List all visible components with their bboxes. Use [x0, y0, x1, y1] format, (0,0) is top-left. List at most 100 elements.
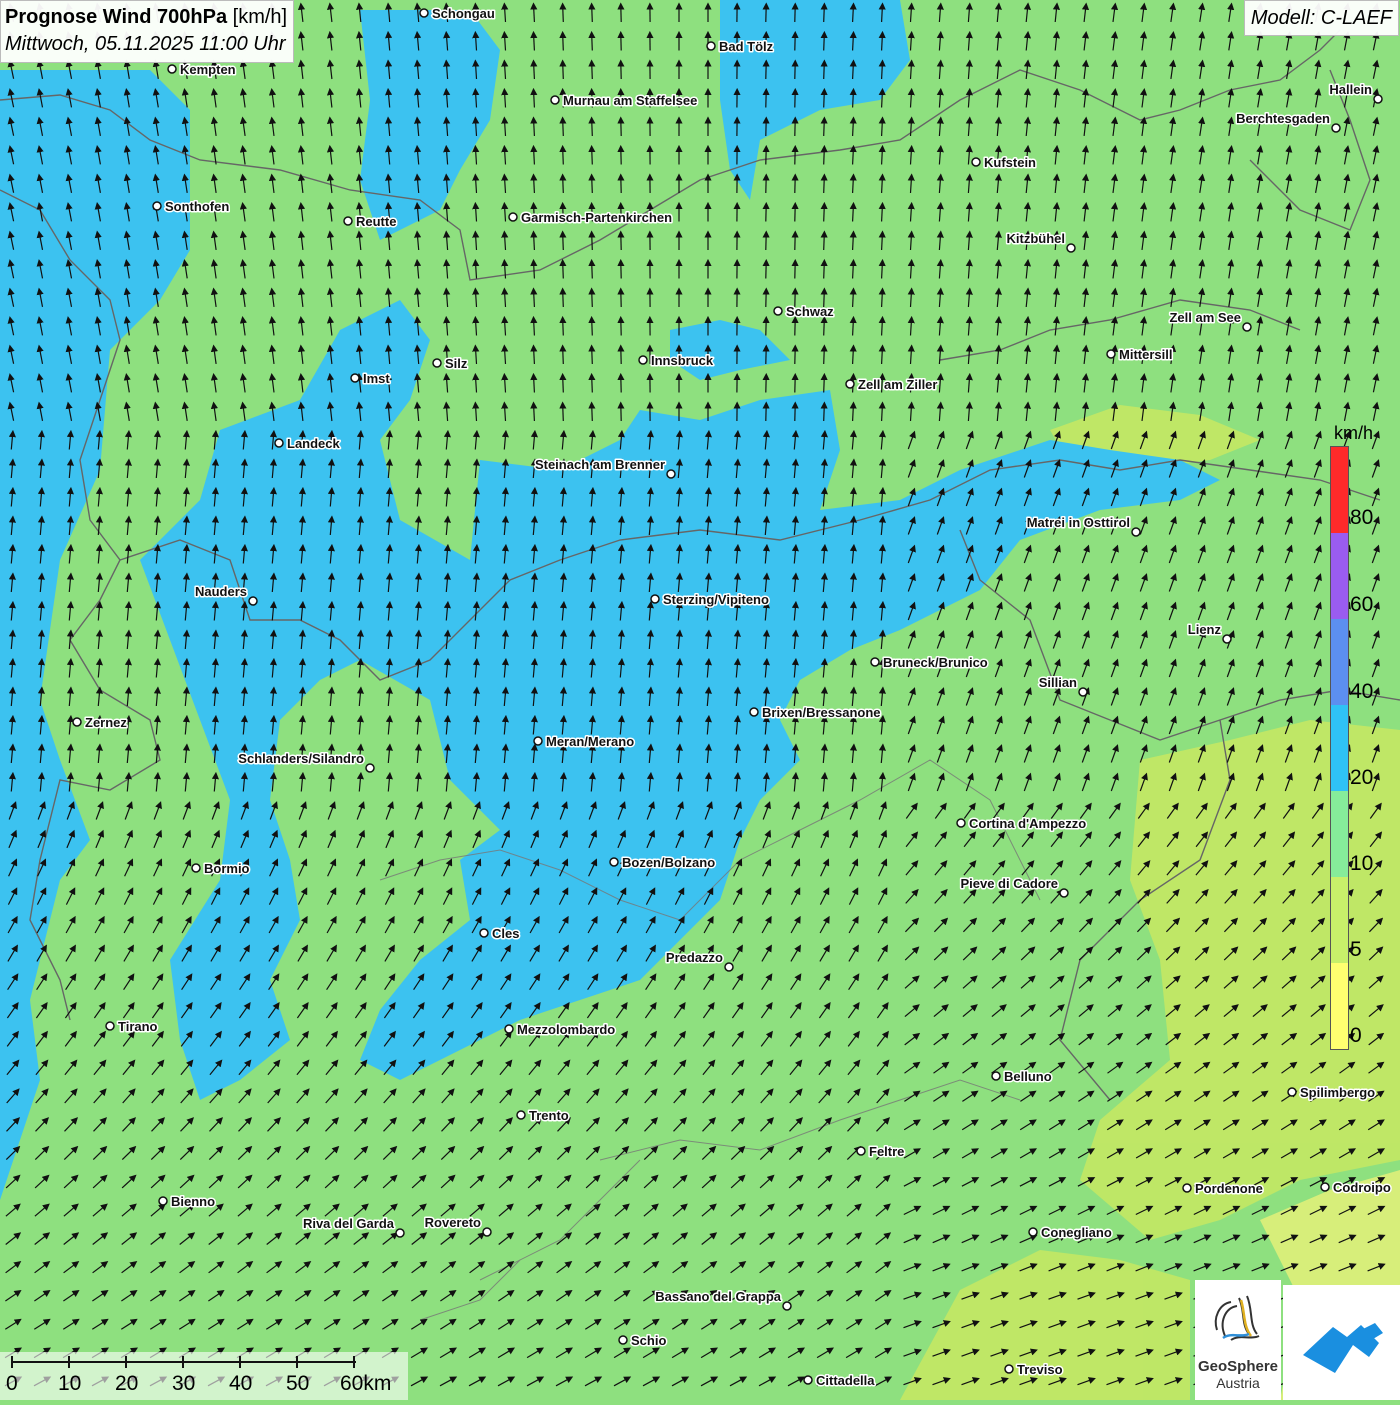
wind-arrow — [534, 348, 535, 364]
wind-arrow — [563, 405, 564, 421]
wind-arrow — [853, 177, 854, 193]
city-marker — [153, 202, 161, 210]
city-label: Nauders — [195, 584, 247, 599]
city-label: Lienz — [1188, 622, 1222, 637]
wind-arrow — [882, 234, 883, 250]
city-label: Zernez — [85, 715, 127, 730]
city-label: Bormio — [204, 861, 250, 876]
city-marker — [610, 858, 618, 866]
city-label: Bassano del Grappa — [655, 1289, 781, 1304]
city-marker — [619, 1336, 627, 1344]
wind-arrow — [824, 63, 825, 79]
logo-text-geosphere: GeoSphere — [1195, 1358, 1281, 1375]
city-marker — [972, 158, 980, 166]
wind-arrow — [824, 377, 825, 393]
wind-arrow — [563, 63, 564, 79]
wind-arrow — [534, 120, 535, 136]
city-marker — [707, 42, 715, 50]
city-marker — [106, 1022, 114, 1030]
geosphere-logo: GeoSphere Austria — [1195, 1280, 1281, 1400]
legend-tick-label: 20 — [1350, 766, 1373, 790]
city-label: Predazzo — [666, 950, 723, 965]
wind-arrow — [563, 177, 564, 193]
city-marker — [351, 374, 359, 382]
wind-arrow — [534, 177, 535, 193]
city-label: Conegliano — [1041, 1225, 1112, 1240]
city-label: Bad Tölz — [719, 39, 774, 54]
city-label: Berchtesgaden — [1236, 111, 1330, 126]
city-label: Bienno — [171, 1194, 215, 1209]
city-marker — [551, 96, 559, 104]
city-marker — [857, 1147, 865, 1155]
city-label: Garmisch-Partenkirchen — [521, 210, 672, 225]
city-marker — [517, 1111, 525, 1119]
map-title: Prognose Wind 700hPa — [5, 6, 227, 28]
city-label: Pordenone — [1195, 1181, 1263, 1196]
mountain-logo-icon — [1283, 1285, 1400, 1400]
city-label: Sterzing/Vipiteno — [663, 592, 769, 607]
wind-arrow — [592, 348, 593, 364]
city-label: Silz — [445, 356, 468, 371]
wind-arrow — [882, 405, 883, 421]
wind-arrow — [592, 263, 593, 279]
city-marker — [159, 1197, 167, 1205]
wind-arrow — [853, 405, 854, 421]
city-marker — [1374, 95, 1382, 103]
wind-arrow — [534, 263, 535, 279]
wind-arrow — [534, 149, 535, 165]
scale-label: 0 — [6, 1372, 18, 1396]
wind-arrow — [824, 92, 825, 108]
scale-label: 40 — [229, 1372, 252, 1396]
city-marker — [1060, 889, 1068, 897]
wind-arrow — [534, 6, 535, 22]
wind-arrow — [534, 92, 535, 108]
wind-arrow — [592, 377, 593, 393]
city-label: Kempten — [180, 62, 236, 77]
city-marker — [1132, 528, 1140, 536]
city-label: Mezzolombardo — [517, 1022, 615, 1037]
city-marker — [480, 929, 488, 937]
legend-unit: km/h — [1334, 423, 1373, 444]
city-label: Hallein — [1329, 82, 1372, 97]
wind-arrow — [592, 120, 593, 136]
wind-arrow — [824, 149, 825, 165]
wind-arrow — [824, 206, 825, 222]
wind-arrow — [592, 405, 593, 421]
legend-color-1 — [1331, 533, 1348, 619]
legend-color-0 — [1331, 447, 1348, 533]
model-label: Modell: C-LAEF — [1244, 0, 1399, 36]
city-label: Cortina d'Ampezzo — [969, 816, 1086, 831]
city-marker — [667, 470, 675, 478]
city-marker — [783, 1302, 791, 1310]
wind-arrow — [534, 63, 535, 79]
city-marker — [396, 1229, 404, 1237]
city-marker — [804, 1376, 812, 1384]
title-box: Prognose Wind 700hPa [km/h] Mittwoch, 05… — [0, 0, 294, 63]
city-label: Tirano — [118, 1019, 158, 1034]
scale-label: 30 — [172, 1372, 195, 1396]
city-label: Codroipo — [1333, 1180, 1391, 1195]
city-marker — [1029, 1228, 1037, 1236]
wind-arrow — [853, 35, 854, 51]
wind-arrow — [882, 149, 883, 165]
city-marker — [483, 1228, 491, 1236]
city-label: Bozen/Bolzano — [622, 855, 715, 870]
city-label: Sillian — [1039, 675, 1077, 690]
city-label: Riva del Garda — [303, 1216, 395, 1231]
city-marker — [1067, 244, 1075, 252]
wind-arrow — [882, 348, 883, 364]
wind-arrow — [853, 206, 854, 222]
legend-color-3 — [1331, 705, 1348, 791]
wind-arrow — [824, 177, 825, 193]
city-marker — [344, 217, 352, 225]
legend-color-2 — [1331, 619, 1348, 705]
city-label: Reutte — [356, 214, 396, 229]
city-label: Matrei in Osttirol — [1027, 515, 1130, 530]
wind-arrow — [882, 92, 883, 108]
wind-arrow — [882, 6, 883, 22]
wind-arrow — [824, 348, 825, 364]
forecast-datetime: Mittwoch, 05.11.2025 11:00 Uhr — [5, 30, 287, 58]
city-marker — [73, 718, 81, 726]
city-label: Landeck — [287, 436, 341, 451]
city-label: Trento — [529, 1108, 569, 1123]
